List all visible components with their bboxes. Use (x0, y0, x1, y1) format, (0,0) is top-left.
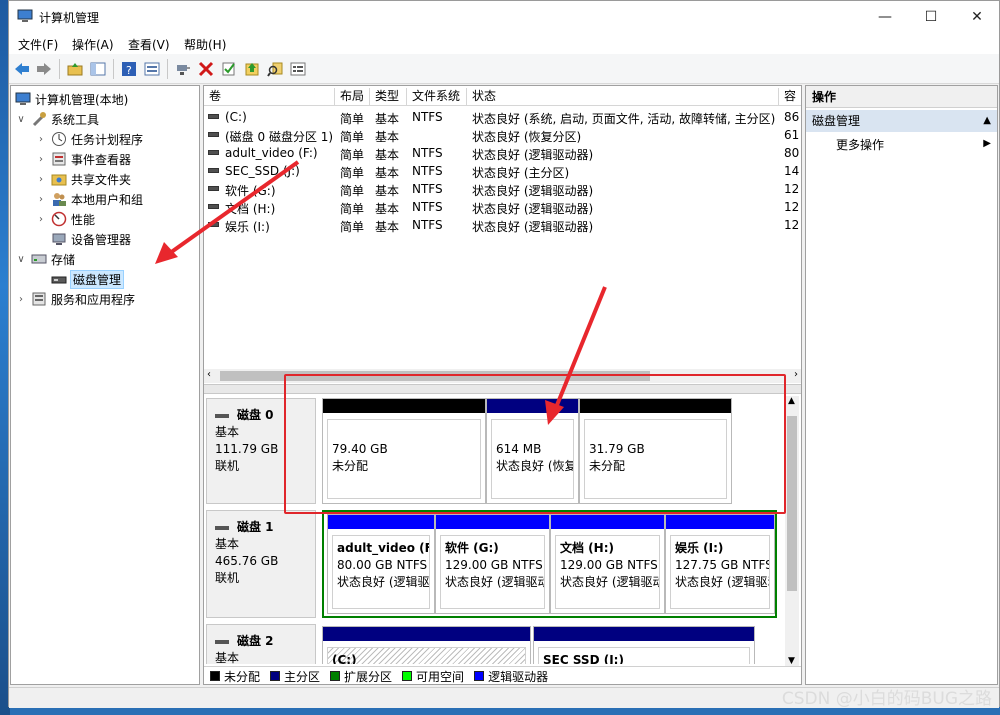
annotation-arrow-down (545, 286, 607, 425)
annotation-arrow-left (155, 160, 300, 264)
watermark: CSDN @小白的码BUG之路 (781, 689, 992, 709)
annotation-arrows (155, 160, 607, 425)
